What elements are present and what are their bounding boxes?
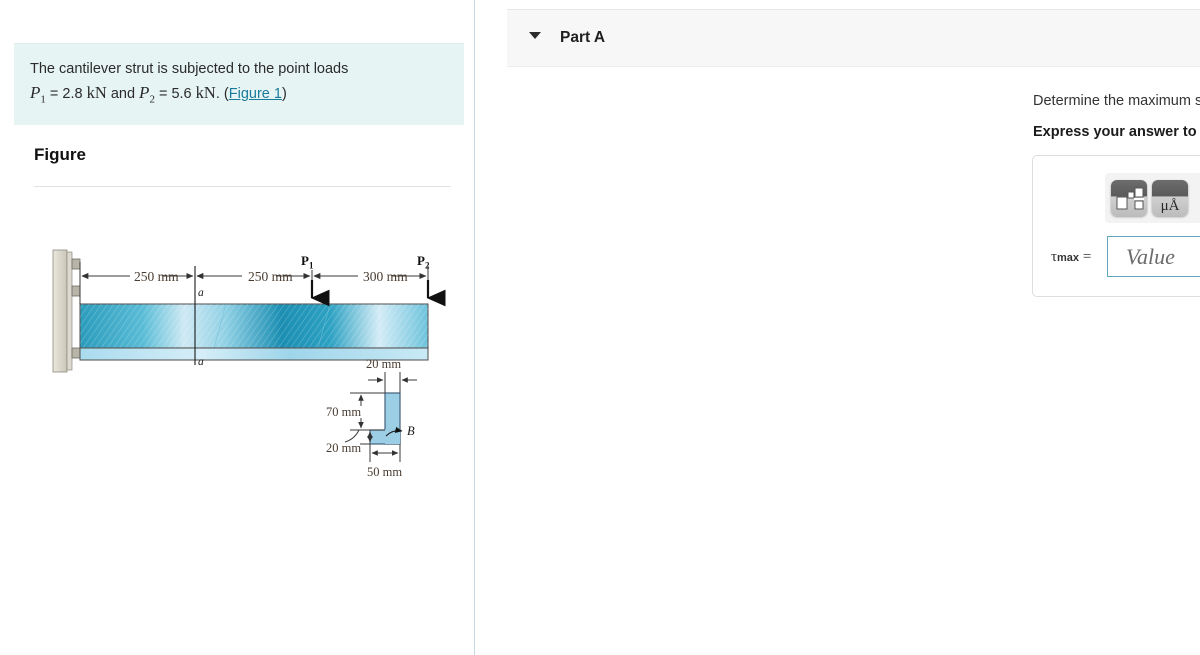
p1-label: P1 [301,253,314,271]
conjunction-and: and [110,86,136,103]
problem-statement-box: The cantilever strut is subjected to the… [14,43,464,125]
answer-entry-widget: μÅ τmax = Value [1032,155,1200,297]
load-p1-symbol: P1 [30,83,46,106]
cs-label-20mm-bottom: 20 mm [326,441,361,455]
cs-label-20mm-top: 20 mm [366,357,401,371]
section-label-top: a [198,287,204,299]
cs-label-point-b: B [407,424,415,438]
variable-label: τmax = [1051,249,1091,266]
figure-1-link[interactable]: Figure 1 [229,86,282,102]
load-p2-symbol: P2 [139,83,155,106]
cantilever-strut-drawing: 250 mm 250 mm 300 mm a a P1 P2 20 mm 70 … [52,249,446,479]
question-prompt: Determine the maximum shear stress actin… [1033,92,1200,110]
cs-dim-flange-thickness [368,372,417,393]
cs-label-70mm: 70 mm [326,405,361,419]
units-button[interactable]: μÅ [1152,180,1188,216]
part-a-title: Part A [560,29,606,46]
dim-250-first: 250 mm [134,269,179,284]
cs-label-50mm: 50 mm [367,465,402,479]
value-input[interactable]: Value [1107,236,1200,277]
load-p2-unit: kN [195,83,216,103]
sentence-period: . [215,86,220,103]
dimension-labels: 250 mm 250 mm 300 mm [134,269,408,284]
math-toolbar: μÅ [1105,173,1200,223]
wall-support [52,249,81,373]
beam-body [79,303,429,361]
paren-close: ) [281,86,287,103]
p2-label: P2 [417,253,430,271]
dim-250-second: 250 mm [248,269,293,284]
cross-section-detail: 20 mm 70 mm B 20 mm 50 mm [326,357,417,479]
answer-instruction: Express your answer to three significant… [1033,124,1200,140]
figure-diagram: 250 mm 250 mm 300 mm a a P1 P2 20 mm 70 … [30,240,460,500]
left-panel: The cantilever strut is subjected to the… [0,0,475,655]
part-a-header[interactable]: Part A [507,9,1200,67]
question-part-1: Determine the maximum shear stress actin… [1033,93,1200,109]
figure-heading: Figure [34,145,86,164]
problem-line-1: The cantilever strut is subjected to the… [30,61,349,77]
dim-300: 300 mm [363,269,408,284]
section-label-bottom: a [198,356,204,368]
load-p1-value: = 2.8 [49,86,83,103]
units-icon: μÅ [1160,198,1180,214]
tau-subscript: max [1057,252,1080,264]
right-panel: Part A Determine the maximum shear stres… [475,0,1200,655]
cs-dim-base-width [369,444,401,462]
problem-page: The cantilever strut is subjected to the… [0,0,1200,655]
load-p1-unit: kN [86,83,107,103]
load-p2-value: = 5.6 [158,86,192,103]
math-templates-button[interactable] [1111,180,1147,216]
equals-sign: = [1082,249,1092,265]
figure-divider [34,186,451,187]
chevron-down-icon[interactable] [529,32,541,39]
math-templates-icon [1116,187,1144,210]
